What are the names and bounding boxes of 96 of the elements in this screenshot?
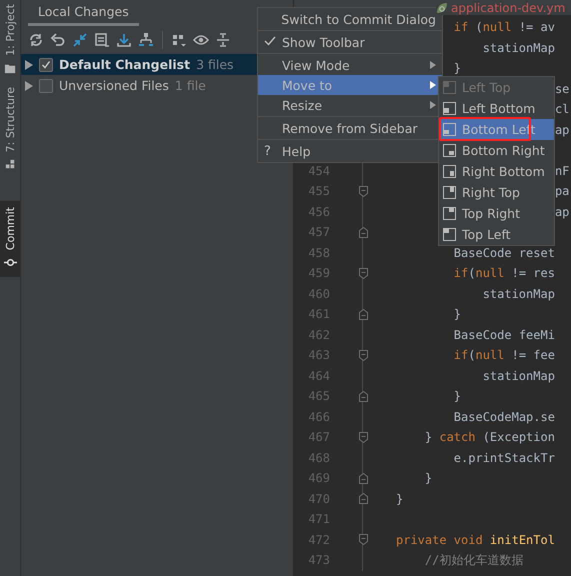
line-number: 466 bbox=[308, 410, 330, 424]
fold-marker-icon[interactable] bbox=[358, 226, 368, 238]
layout-icon bbox=[443, 144, 456, 157]
code-line: private void initEnTol bbox=[396, 532, 555, 547]
layout-icon bbox=[443, 186, 456, 199]
menu-item[interactable]: Top Right bbox=[439, 203, 554, 224]
line-number: 470 bbox=[308, 492, 330, 506]
fold-marker-icon[interactable] bbox=[358, 493, 368, 504]
menu-item[interactable]: ? Help bbox=[258, 141, 442, 161]
code-line: stationMap bbox=[482, 368, 555, 383]
line-number: 460 bbox=[308, 286, 330, 301]
code-line: e.printStackTr bbox=[454, 450, 555, 465]
menu-item[interactable]: Right Bottom bbox=[439, 161, 554, 182]
code-line: ap bbox=[554, 204, 570, 219]
file-count: 1 file bbox=[174, 78, 206, 93]
code-line: cl bbox=[554, 102, 570, 116]
line-number: 464 bbox=[308, 368, 330, 383]
fold-marker-icon[interactable] bbox=[358, 308, 368, 320]
menu-item[interactable]: Bottom Right bbox=[439, 140, 554, 161]
layout-icon bbox=[443, 123, 456, 136]
code-line: stationMap bbox=[482, 40, 555, 55]
menu-item[interactable]: Remove from Sidebar bbox=[258, 118, 442, 138]
code-line: } bbox=[424, 471, 432, 486]
eye-icon[interactable] bbox=[193, 32, 209, 48]
menu-item[interactable]: Left Bottom bbox=[439, 98, 554, 119]
code-line: } bbox=[396, 492, 404, 506]
document-icon[interactable] bbox=[94, 32, 110, 48]
line-number: 471 bbox=[308, 512, 330, 526]
refresh-icon[interactable] bbox=[28, 32, 44, 48]
line-number: 473 bbox=[308, 553, 330, 568]
fold-marker-icon[interactable] bbox=[358, 186, 368, 197]
fold-marker-icon[interactable] bbox=[358, 432, 368, 443]
code-line: nF bbox=[554, 164, 570, 178]
fold-marker-icon[interactable] bbox=[358, 268, 368, 279]
arrows-icon[interactable] bbox=[72, 32, 88, 48]
line-number: 468 bbox=[308, 450, 330, 465]
fold-marker-icon[interactable] bbox=[358, 534, 368, 546]
line-number: 469 bbox=[308, 471, 330, 486]
code-line: BaseCodeMap.se bbox=[454, 410, 555, 424]
layout-icon bbox=[443, 81, 456, 94]
fold-marker-icon[interactable] bbox=[358, 390, 368, 402]
checkbox[interactable] bbox=[39, 58, 53, 72]
code-line: //初始化车道数据 bbox=[424, 552, 524, 569]
changelist-name: Unversioned Files bbox=[59, 78, 169, 93]
line-number: 461 bbox=[308, 307, 330, 322]
panel-tab[interactable]: Local Changes bbox=[28, 4, 139, 26]
fold-marker-icon[interactable] bbox=[358, 350, 368, 361]
expand-icon[interactable] bbox=[215, 32, 231, 48]
code-line: if (null != av bbox=[454, 20, 555, 34]
code-line: } bbox=[454, 61, 462, 76]
sidebar-tab[interactable]: 7: Structure bbox=[0, 82, 20, 180]
sidebar-tab[interactable]: Commit bbox=[0, 201, 20, 278]
line-number: 462 bbox=[308, 328, 330, 342]
line-number: 456 bbox=[308, 204, 330, 219]
layout-icon bbox=[443, 102, 456, 115]
line-number: 458 bbox=[308, 246, 330, 260]
code-line: ap bbox=[554, 122, 570, 137]
menu-item[interactable]: Resize bbox=[258, 95, 442, 115]
file-count: 3 files bbox=[196, 57, 234, 72]
line-number: 472 bbox=[308, 532, 330, 547]
fold-marker-icon[interactable] bbox=[358, 472, 368, 484]
menu-item[interactable]: Switch to Commit Dialog bbox=[258, 9, 442, 29]
code-line: BaseCode feeMi bbox=[454, 328, 555, 342]
expand-arrow-icon[interactable] bbox=[25, 80, 33, 90]
undo-icon[interactable] bbox=[50, 32, 66, 48]
code-line: se bbox=[554, 82, 570, 96]
expand-arrow-icon[interactable] bbox=[25, 60, 33, 70]
code-line: } bbox=[454, 389, 462, 404]
layout-icon bbox=[443, 165, 456, 178]
line-number: 463 bbox=[308, 348, 330, 362]
menu-item[interactable]: Top Left bbox=[439, 224, 554, 245]
code-line: stationMap bbox=[482, 286, 555, 301]
menu-item[interactable]: Right Top bbox=[439, 182, 554, 203]
code-line: } bbox=[454, 307, 462, 322]
sidebar-tab[interactable]: 1: Project bbox=[0, 0, 20, 83]
code-line: BaseCode reset bbox=[454, 246, 555, 260]
code-line: pa bbox=[554, 184, 570, 198]
line-number: 459 bbox=[308, 266, 330, 280]
code-line: if(null != fee bbox=[454, 348, 555, 362]
line-number: 454 bbox=[308, 164, 330, 178]
changelist-name: Default Changelist bbox=[59, 57, 190, 72]
help-glyph: ? bbox=[264, 144, 271, 158]
menu-item[interactable]: Show Toolbar bbox=[258, 32, 442, 52]
line-number: 467 bbox=[308, 430, 330, 444]
leaf-icon bbox=[436, 2, 448, 14]
checkbox[interactable] bbox=[39, 78, 53, 92]
line-number: 457 bbox=[308, 225, 330, 240]
code-line: } catch (Exception bbox=[424, 430, 555, 444]
layout-icon bbox=[443, 228, 456, 241]
code-line: if(null != res bbox=[454, 266, 555, 280]
tree-icon[interactable] bbox=[138, 32, 154, 48]
group-icon[interactable] bbox=[171, 32, 187, 48]
layout-icon bbox=[443, 207, 456, 220]
line-number: 465 bbox=[308, 389, 330, 404]
line-number: 455 bbox=[308, 184, 330, 198]
download-icon[interactable] bbox=[116, 32, 132, 48]
